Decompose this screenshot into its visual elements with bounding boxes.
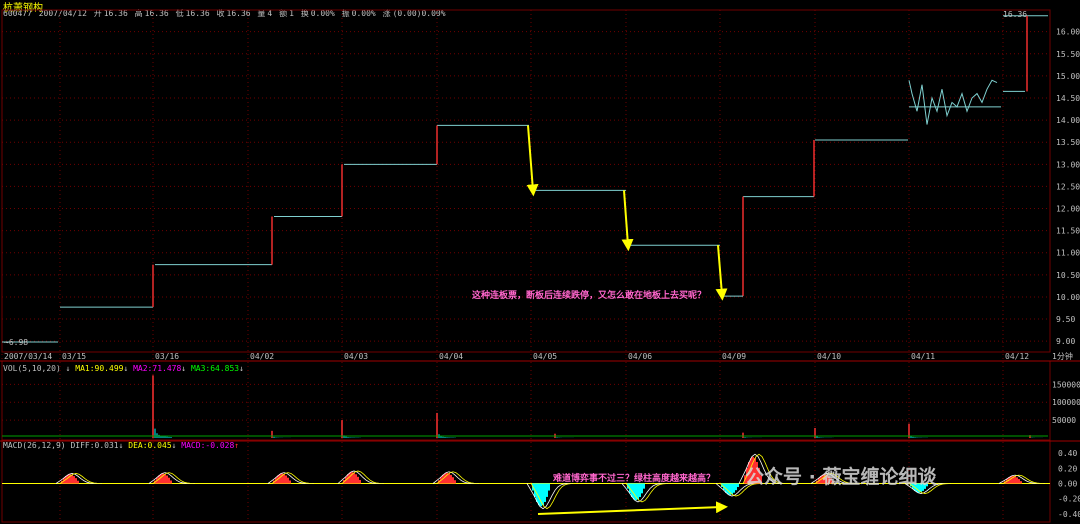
macd-dea: DEA:0.045 — [128, 441, 172, 450]
macd-tick-label: 0.20 — [1058, 464, 1077, 473]
time-tick-label: 03/16 — [155, 352, 179, 361]
price-tick-label: 16.00 — [1056, 28, 1080, 37]
time-tick-label: 04/02 — [250, 352, 274, 361]
volume-header: VOL(5,10,20) ↓ MA1:90.499↓ MA2:71.478↓ M… — [3, 364, 244, 373]
price-tick-label: 13.00 — [1056, 160, 1080, 169]
price-tick-label: 15.50 — [1056, 50, 1080, 59]
price-tick-label: 15.00 — [1056, 72, 1080, 81]
price-tick-label: 13.50 — [1056, 138, 1080, 147]
volume-tick-label: 50000 — [1052, 416, 1076, 425]
vol-ma3: MA3:64.853 — [190, 364, 240, 373]
macd-indicator-name: MACD(26,12,9) — [3, 441, 66, 450]
macd-tick-label: 0.00 — [1058, 480, 1077, 489]
price-tick-label: 10.50 — [1056, 271, 1080, 280]
price-intraday — [908, 79, 998, 125]
macd-annotation: 难道博弈事不过三？绿柱高度越来越高？ — [553, 474, 716, 484]
macd-value: MACD:-0.028 — [181, 441, 235, 450]
macd-diff: DIFF:0.031 — [70, 441, 119, 450]
price-tick-label: 11.50 — [1056, 227, 1080, 236]
down-arrow — [715, 245, 728, 301]
vol-ma1: MA1:90.499 — [75, 364, 124, 373]
price-y-axis: 16.00 15.50 15.00 14.50 14.00 13.50 13.00 12.50… — [1056, 28, 1080, 346]
low-marker: ~6.98 — [4, 338, 28, 347]
annotation-arrows — [526, 125, 728, 515]
time-x-axis: 2007/03/14 03/15 03/16 04/02 04/03 04/04 04/05… — [4, 351, 1073, 361]
down-arrow — [526, 125, 539, 197]
time-tick-label: 04/12 — [1005, 352, 1029, 361]
time-tick-label: 04/03 — [344, 352, 368, 361]
last-price-label: 16.36 — [1003, 10, 1027, 19]
watermark: 公众号 · 薇宝缠论细谈 — [745, 466, 937, 488]
price-tick-label: 12.00 — [1056, 205, 1080, 214]
time-tick-label: 04/06 — [628, 352, 652, 361]
macd-header: MACD(26,12,9) DIFF:0.031↓ DEA:0.045↓ MAC… — [3, 441, 240, 450]
period-label: 1分钟 — [1052, 351, 1073, 361]
time-tick-label: 04/09 — [722, 352, 746, 361]
price-tick-label: 9.00 — [1056, 337, 1075, 346]
price-tick-label: 14.50 — [1056, 94, 1080, 103]
price-tick-label: 11.00 — [1056, 249, 1080, 258]
time-tick-label: 04/04 — [439, 352, 463, 361]
volume-tick-label: 150000 — [1052, 380, 1080, 389]
price-annotation: 这种连板票，断板后连续跌停，又怎么敢在地板上去买呢？ — [472, 291, 707, 301]
volume-tick-label: 100000 — [1052, 398, 1080, 407]
price-tick-label: 14.00 — [1056, 116, 1080, 125]
price-tick-label: 9.50 — [1056, 315, 1075, 324]
macd-tick-label: -0.40 — [1058, 510, 1080, 519]
time-tick-label: 2007/03/14 — [4, 352, 52, 361]
macd-tick-label: -0.20 — [1058, 495, 1080, 504]
time-tick-label: 04/10 — [817, 352, 841, 361]
macd-trend-arrow — [537, 501, 728, 515]
time-tick-label: 04/11 — [911, 352, 935, 361]
vol-ma2: MA2:71.478 — [133, 364, 182, 373]
price-tick-label: 10.00 — [1056, 293, 1080, 302]
macd-tick-label: 0.40 — [1058, 449, 1077, 458]
price-tick-label: 12.50 — [1056, 182, 1080, 191]
volume-indicator-name: VOL(5,10,20) — [3, 364, 61, 373]
time-tick-label: 03/15 — [62, 352, 86, 361]
time-tick-label: 04/05 — [533, 352, 557, 361]
